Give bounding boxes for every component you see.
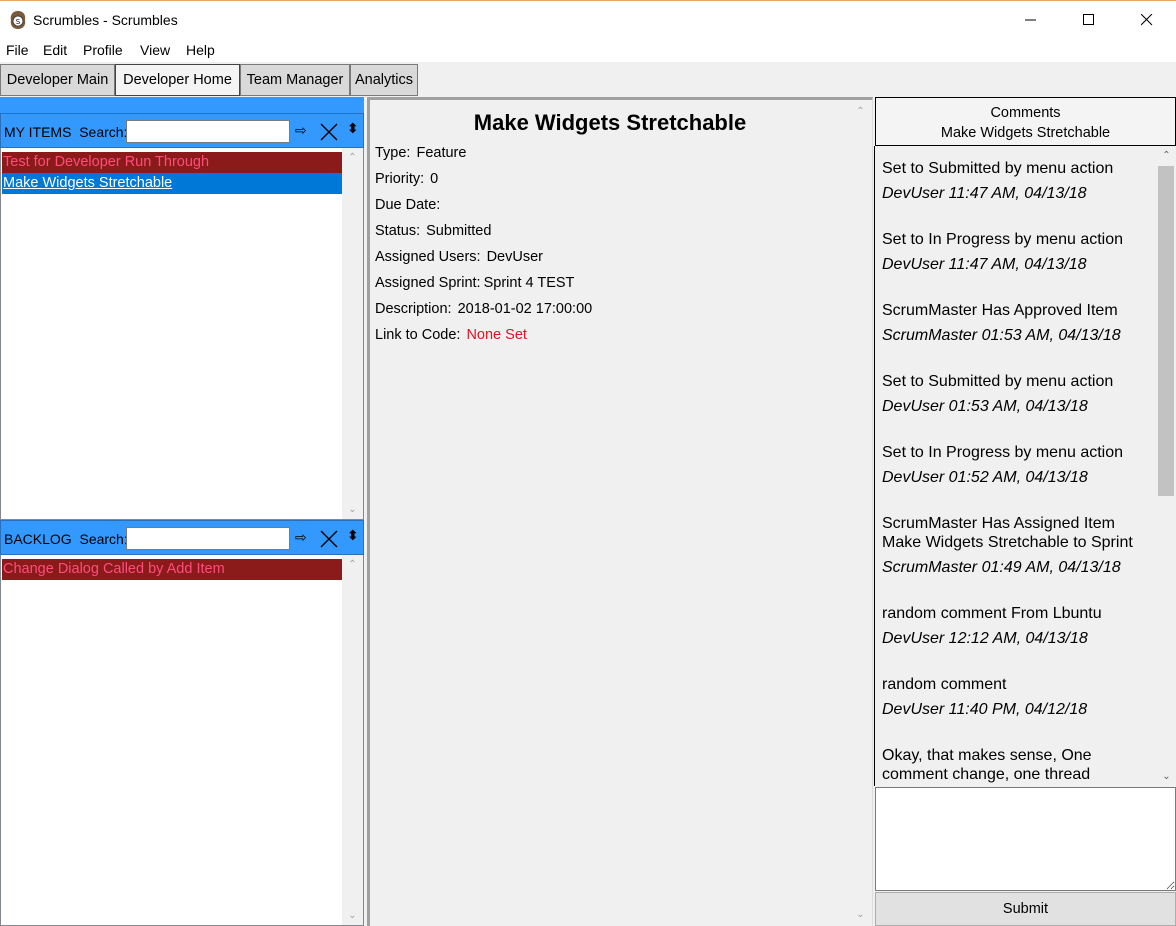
detail-assigned-users: Assigned Users: DevUser (375, 249, 543, 265)
detail-status: Status: Submitted (375, 223, 492, 239)
scroll-up-icon[interactable]: ⌃ (347, 559, 358, 570)
tab-developer-home[interactable]: Developer Home (115, 64, 240, 96)
tab-analytics[interactable]: Analytics (350, 64, 418, 96)
backlog-scrollbar[interactable]: ⌃ ⌄ (342, 555, 363, 925)
scroll-up-icon[interactable]: ⌃ (1161, 150, 1172, 161)
maximize-button[interactable] (1060, 1, 1118, 39)
comments-scrollbar[interactable]: ⌃ ⌄ (1156, 146, 1176, 786)
detail-scrollbar[interactable]: ⌃ ⌄ (850, 100, 872, 926)
comment-entry: Set to Submitted by menu action DevUser 1… (882, 160, 1114, 202)
scroll-down-icon[interactable]: ⌄ (1161, 771, 1172, 782)
backlog-label: BACKLOG Search: (4, 531, 128, 547)
comment-entry: random comment From Lbuntu DevUser 12:12 … (882, 605, 1102, 647)
close-icon (1141, 14, 1153, 26)
svg-text:S: S (16, 18, 21, 26)
comments-title: Comments (990, 105, 1061, 121)
list-item[interactable]: Change Dialog Called by Add Item (2, 559, 342, 580)
scrumbles-logo-icon: S (10, 11, 26, 29)
comment-entry: Set to Submitted by menu action DevUser 0… (882, 373, 1114, 415)
comments-list: Set to Submitted by menu action DevUser 1… (874, 146, 1176, 786)
clear-search-icon[interactable] (319, 529, 339, 549)
scroll-down-icon[interactable]: ⌄ (855, 909, 866, 920)
submit-button[interactable]: Submit (875, 892, 1176, 926)
item-title: Make Widgets Stretchable (473, 110, 747, 135)
tab-team-manager[interactable]: Team Manager (240, 64, 350, 96)
title-bar: S Scrumbles - Scrumbles (0, 0, 1176, 38)
detail-link-to-code: Link to Code: None Set (375, 327, 527, 343)
detail-priority: Priority: 0 (375, 171, 439, 187)
search-go-icon[interactable]: ⇨ (295, 122, 307, 139)
window-title: Scrumbles - Scrumbles (33, 12, 178, 28)
my-items-search-input[interactable] (126, 120, 290, 143)
menu-view[interactable]: View (140, 42, 170, 58)
menu-bar: File Edit Profile View Help (0, 38, 1176, 62)
comment-input[interactable] (875, 787, 1176, 891)
menu-profile[interactable]: Profile (83, 42, 123, 58)
detail-description: Description: 2018-01-02 17:00:00 (375, 301, 593, 317)
accent-strip (0, 97, 364, 113)
scrollbar-thumb[interactable] (1158, 166, 1174, 496)
my-items-scrollbar[interactable]: ⌃ ⌄ (342, 148, 363, 519)
menu-file[interactable]: File (6, 42, 29, 58)
code-link[interactable]: None Set (466, 327, 526, 343)
comments-item-title: Make Widgets Stretchable (940, 125, 1111, 141)
minimize-icon (1025, 19, 1036, 21)
my-items-search-bar: MY ITEMS Search: ⇨ ⬍ (0, 113, 364, 148)
scroll-down-icon[interactable]: ⌄ (347, 504, 358, 515)
minimize-button[interactable] (1002, 1, 1060, 39)
clear-search-icon[interactable] (319, 122, 339, 142)
comment-entry: ScrumMaster Has Assigned Item Make Widge… (882, 515, 1133, 576)
sort-icon[interactable]: ⬍ (347, 527, 359, 544)
menu-help[interactable]: Help (186, 42, 215, 58)
comment-entry: Okay, that makes sense, One comment chan… (882, 747, 1092, 783)
list-item-selected[interactable]: Make Widgets Stretchable (2, 173, 342, 194)
tab-bar: Developer Main Developer Home Team Manag… (0, 62, 1176, 96)
detail-assigned-sprint: Assigned Sprint: Sprint 4 TEST (375, 275, 575, 291)
list-item[interactable]: Test for Developer Run Through (2, 152, 342, 173)
comment-entry: Set to In Progress by menu action DevUser… (882, 231, 1124, 273)
maximize-icon (1083, 14, 1094, 25)
backlog-search-input[interactable] (126, 527, 290, 550)
close-button[interactable] (1118, 1, 1176, 39)
scroll-down-icon[interactable]: ⌄ (347, 910, 358, 921)
backlog-search-bar: BACKLOG Search: ⇨ ⬍ (0, 520, 364, 555)
backlog-list: Change Dialog Called by Add Item ⌃ ⌄ (0, 555, 364, 926)
my-items-label: MY ITEMS Search: (4, 124, 128, 140)
search-go-icon[interactable]: ⇨ (295, 529, 307, 546)
my-items-list: Test for Developer Run Through Make Widg… (0, 148, 364, 520)
comment-entry: Set to In Progress by menu action DevUser… (882, 444, 1124, 486)
comments-header: Comments Make Widgets Stretchable (875, 97, 1176, 146)
comments-panel: Comments Make Widgets Stretchable Set to… (874, 97, 1176, 926)
tab-developer-main[interactable]: Developer Main (0, 64, 115, 96)
menu-edit[interactable]: Edit (43, 42, 67, 58)
comment-entry: random comment DevUser 11:40 PM, 04/12/18 (882, 676, 1088, 718)
left-pane: MY ITEMS Search: ⇨ ⬍ Test for Developer … (0, 97, 364, 926)
scroll-up-icon[interactable]: ⌃ (347, 152, 358, 163)
comment-entry: ScrumMaster Has Approved Item ScrumMaster… (882, 302, 1121, 344)
detail-type: Type: Feature (375, 145, 467, 161)
detail-due-date: Due Date: (375, 197, 441, 213)
scroll-up-icon[interactable]: ⌃ (855, 106, 866, 117)
item-detail-panel: Make Widgets Stretchable Type: Feature Pr… (367, 97, 873, 926)
sort-icon[interactable]: ⬍ (347, 120, 359, 137)
